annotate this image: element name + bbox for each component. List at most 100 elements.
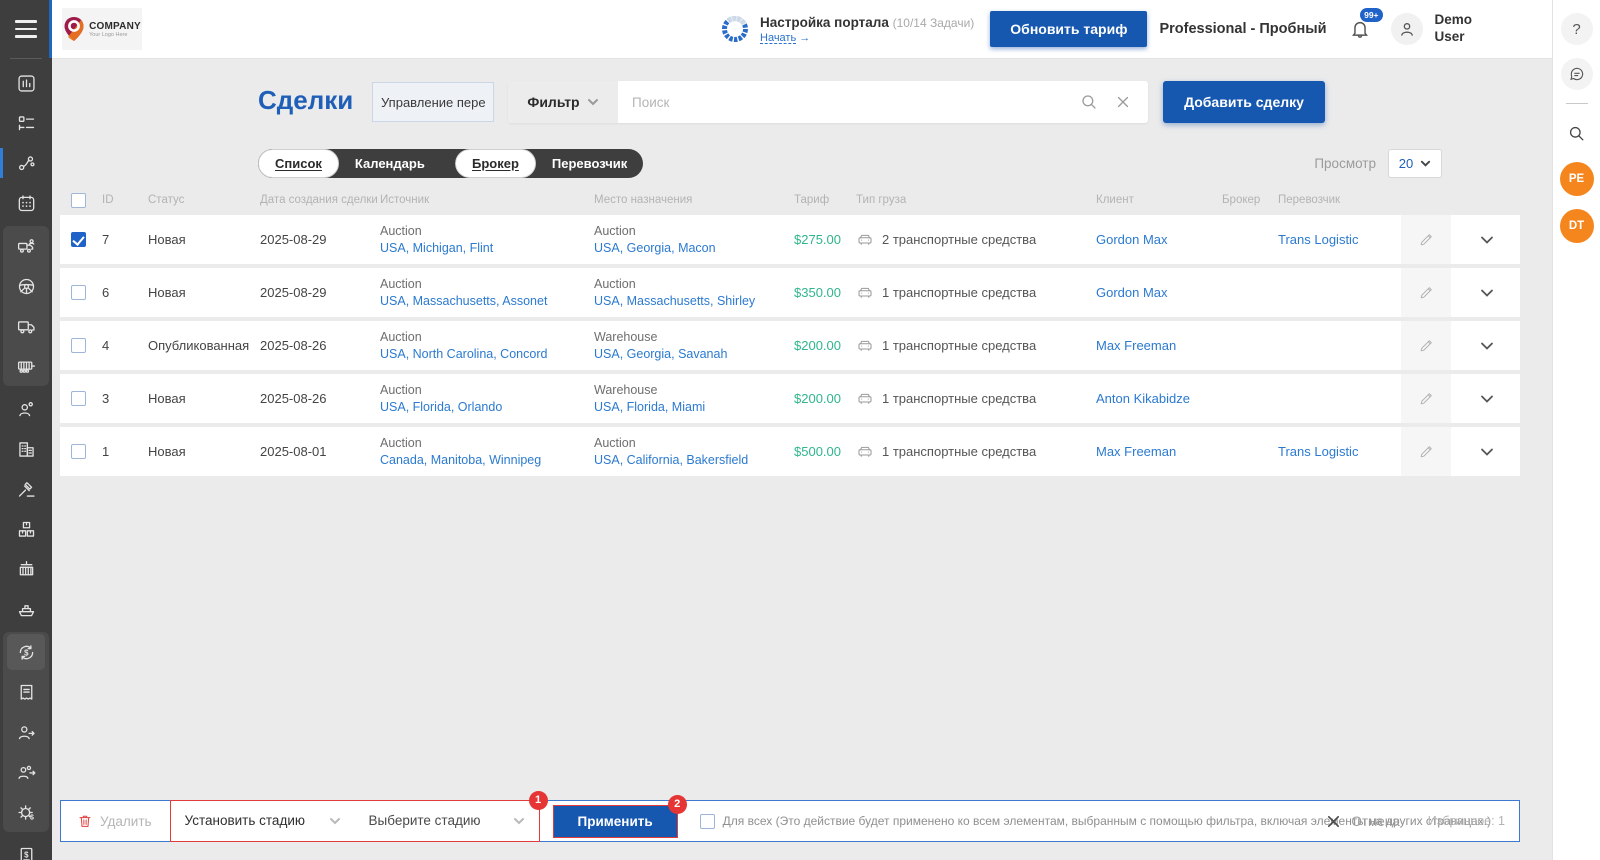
row-checkbox[interactable] [71,338,86,353]
sidebar-item-tasks[interactable] [0,103,52,143]
cancel-label[interactable]: Отмена [1351,814,1399,829]
help-button[interactable]: ? [1561,13,1593,45]
manage-transport-button[interactable]: Управление пере [372,82,494,122]
panel-search-button[interactable] [1561,117,1593,149]
carrier-link[interactable]: Trans Logistic [1278,232,1358,247]
row-checkbox[interactable] [71,444,86,459]
search-input[interactable] [618,95,1080,110]
hamburger-icon[interactable] [15,20,37,38]
delete-button[interactable]: Удалить [61,801,170,841]
client-link[interactable]: Max Freeman [1096,338,1176,353]
add-deal-button[interactable]: Добавить сделку [1163,81,1325,123]
menu-toggle[interactable] [0,0,52,58]
sidebar-item-dispatch[interactable] [3,226,49,266]
apply-button[interactable]: Применить [553,805,678,838]
company-logo[interactable]: COMPANY Your Logo Here [62,8,142,50]
per-page-select[interactable]: 20 [1388,149,1442,178]
tab-broker[interactable]: Брокер [455,149,536,178]
destination-kind: Auction [594,223,788,240]
destination-location-link[interactable]: USA, California, Bakersfield [594,452,788,469]
client-link[interactable]: Gordon Max [1096,232,1168,247]
select-all-checkbox[interactable] [71,193,86,208]
client-link[interactable]: Anton Kikabidze [1096,391,1190,406]
notification-badge: 99+ [1360,8,1382,22]
client-link[interactable]: Max Freeman [1096,444,1176,459]
sidebar-item-ports[interactable] [0,589,52,629]
sidebar-item-trucks[interactable] [3,306,49,346]
edit-deal-button[interactable] [1401,215,1451,264]
sidebar-item-auctions[interactable] [0,469,52,509]
source-location-link[interactable]: Canada, Manitoba, Winnipeg [380,452,588,469]
expand-row-icon[interactable] [1479,232,1495,248]
row-checkbox[interactable] [71,285,86,300]
divider [10,58,42,59]
expand-row-icon[interactable] [1479,391,1495,407]
row-checkbox[interactable] [71,391,86,406]
edit-deal-button[interactable] [1401,321,1451,370]
sidebar-item-cargo[interactable] [0,509,52,549]
setup-start-link[interactable]: Начать [760,32,796,44]
set-stage-dropdown[interactable]: Установить стадию [171,801,355,841]
choose-stage-dropdown[interactable]: Выберите стадию [355,801,539,841]
per-page-value: 20 [1399,156,1413,171]
user-avatar[interactable] [1391,13,1423,45]
carrier-link[interactable]: Trans Logistic [1278,444,1358,459]
step-badge-1: 1 [529,791,548,810]
dispatch-truck-icon [16,236,37,257]
sidebar-item-trailers[interactable] [3,346,49,386]
sidebar-item-finance[interactable]: $ [7,634,45,670]
cargo-boxes-icon [16,519,37,540]
expand-row-icon[interactable] [1479,285,1495,301]
sidebar-item-containers[interactable] [0,549,52,589]
sidebar-item-agents[interactable] [0,389,52,429]
upgrade-plan-button[interactable]: Обновить тариф [990,11,1147,47]
notifications-button[interactable]: 99+ [1343,12,1377,46]
source-location-link[interactable]: USA, Florida, Orlando [380,399,588,416]
right-sidebar: ? PE DT [1552,0,1600,860]
deal-id: 1 [102,444,148,459]
sidebar-group-fleet [3,226,49,386]
billing-gear-icon: $ [16,802,37,823]
filter-dropdown[interactable]: Фильтр [508,81,618,123]
destination-location-link[interactable]: USA, Florida, Miami [594,399,788,416]
source-location-link[interactable]: USA, Michigan, Flint [380,240,588,257]
panel-badge-pe[interactable]: PE [1560,162,1594,196]
sidebar-item-invoices[interactable] [3,672,49,712]
row-checkbox[interactable] [71,232,86,247]
sidebar-item-client-payments[interactable] [3,712,49,752]
for-all-checkbox[interactable] [700,814,715,829]
source-location-link[interactable]: USA, Massachusetts, Assonet [380,293,588,310]
tab-carrier[interactable]: Перевозчик [536,149,643,178]
col-date: Дата создания сделки [260,194,380,206]
deal-date: 2025-08-01 [260,444,380,459]
sidebar-item-deals[interactable] [0,143,52,183]
close-icon [1326,814,1341,829]
sidebar-item-drivers[interactable] [3,266,49,306]
sidebar-item-reports[interactable]: $ [0,835,52,860]
edit-deal-button[interactable] [1401,268,1451,317]
edit-deal-button[interactable] [1401,374,1451,423]
stage-controls: Установить стадию Выберите стадию 1 [170,800,540,842]
sidebar-item-carrier-payments[interactable] [3,752,49,792]
source-location-link[interactable]: USA, North Carolina, Concord [380,346,588,363]
clear-search-icon[interactable] [1114,93,1132,111]
panel-badge-dt[interactable]: DT [1560,209,1594,243]
expand-row-icon[interactable] [1479,338,1495,354]
close-action-bar-button[interactable] [1326,814,1341,829]
destination-location-link[interactable]: USA, Georgia, Macon [594,240,788,257]
sidebar-item-billing-settings[interactable]: $ [3,792,49,832]
sidebar-item-calendar[interactable] [0,183,52,223]
search-icon[interactable] [1080,93,1098,111]
destination-location-link[interactable]: USA, Georgia, Savanah [594,346,788,363]
tab-list[interactable]: Список [258,149,339,178]
tab-calendar[interactable]: Календарь [339,149,441,178]
client-link[interactable]: Gordon Max [1096,285,1168,300]
edit-deal-button[interactable] [1401,427,1451,476]
chat-button[interactable] [1561,58,1593,90]
sidebar-item-dashboard[interactable] [0,63,52,103]
destination-location-link[interactable]: USA, Massachusetts, Shirley [594,293,788,310]
sidebar-item-companies[interactable] [0,429,52,469]
filter-label: Фильтр [527,94,579,110]
expand-row-icon[interactable] [1479,444,1495,460]
user-name[interactable]: Demo User [1435,12,1483,46]
